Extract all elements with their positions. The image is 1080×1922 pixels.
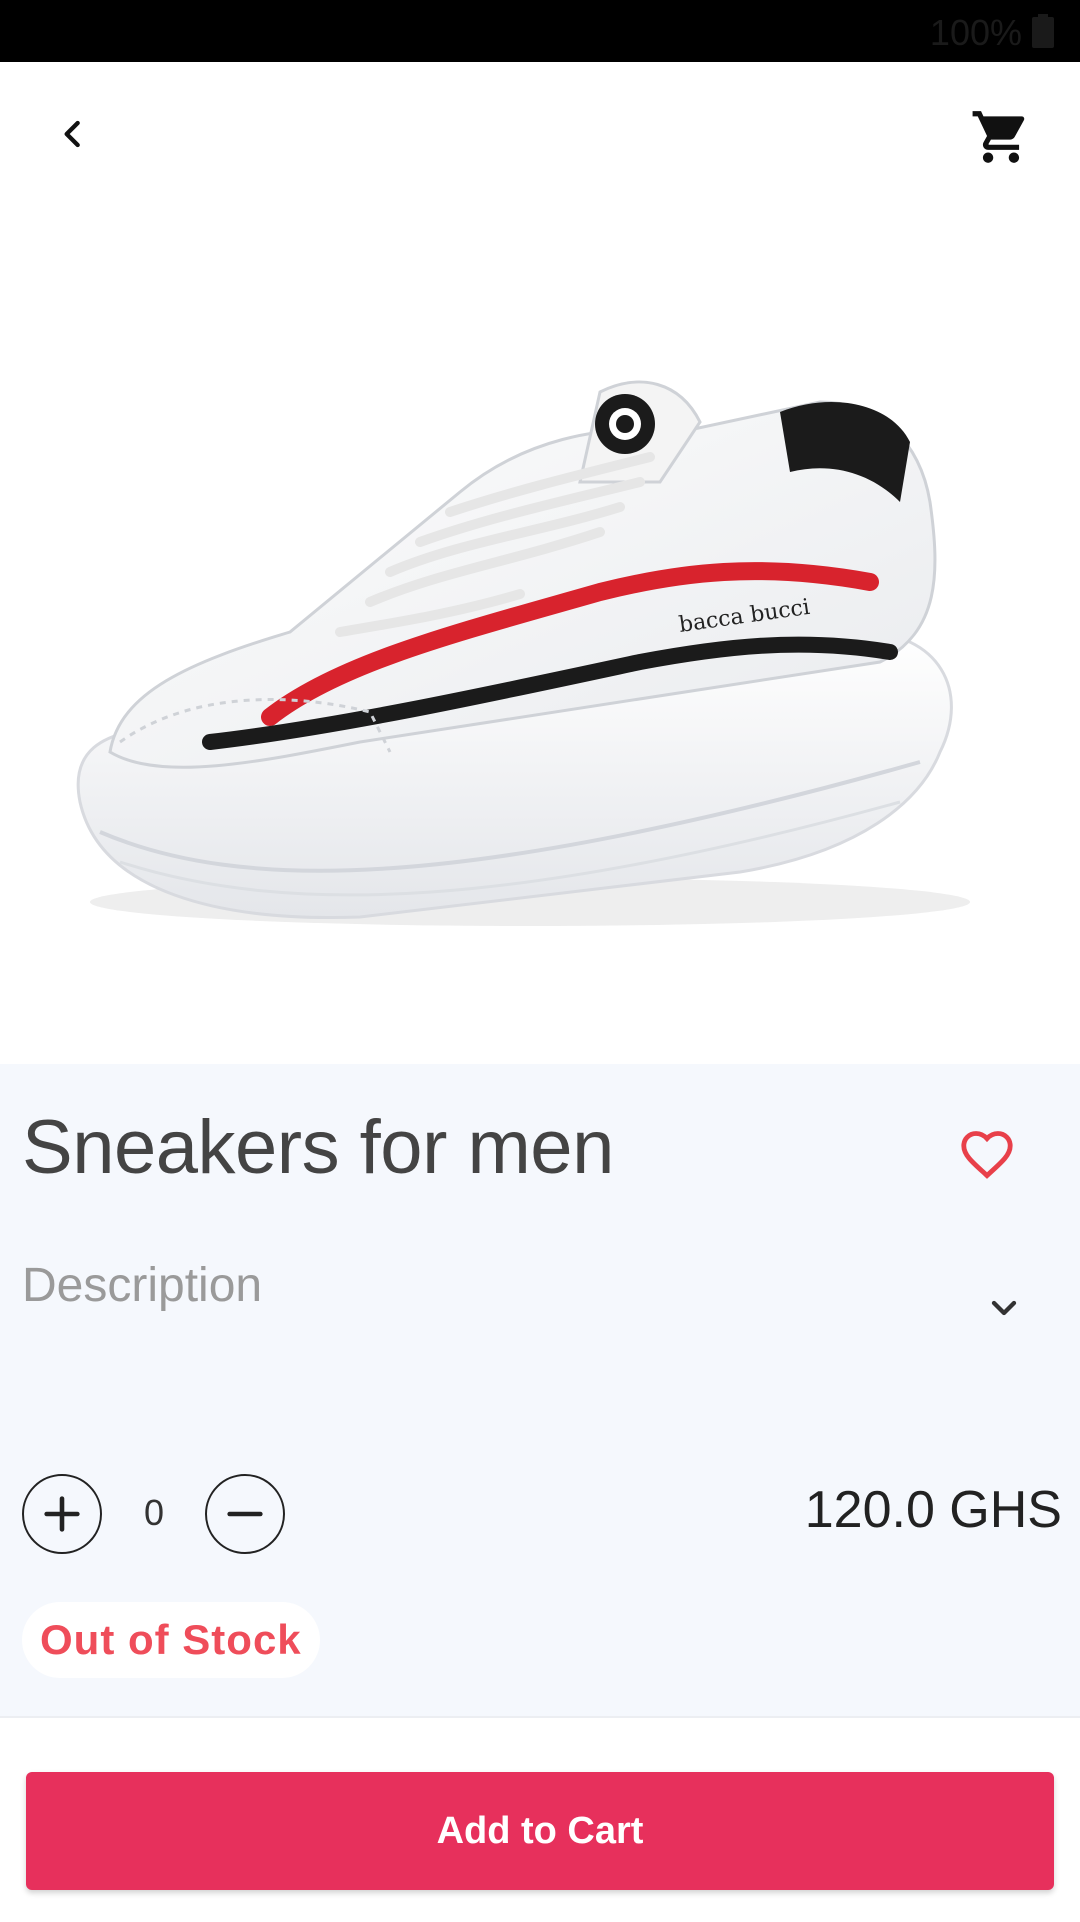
heart-outline-icon [961, 1131, 1013, 1179]
chevron-down-icon [991, 1300, 1017, 1316]
plus-icon [44, 1496, 80, 1532]
shopping-cart-icon [972, 111, 1025, 163]
battery-icon [1032, 14, 1054, 48]
cart-button[interactable] [966, 102, 1036, 172]
description-label: Description [22, 1259, 263, 1312]
description-expand-button[interactable] [976, 1280, 1032, 1336]
quantity-value: 0 [144, 1492, 165, 1533]
decrease-quantity-button[interactable] [205, 1474, 285, 1554]
app-bar [0, 62, 1080, 212]
quantity-row: 0 120.0 GHS [22, 1474, 1062, 1564]
chevron-left-icon [64, 120, 80, 148]
add-to-cart-button[interactable]: Add to Cart [26, 1772, 1054, 1890]
minus-icon [227, 1511, 263, 1517]
favorite-button[interactable] [952, 1120, 1022, 1190]
product-title: Sneakers for men [22, 1105, 614, 1190]
status-bar: 100% [0, 0, 1080, 62]
stock-status-badge: Out of Stock [22, 1602, 320, 1678]
product-details: Sneakers for men Description 0 120.0 GHS… [0, 1064, 1080, 1716]
product-image: bacca bucci [0, 212, 1080, 1064]
sneaker-illustration: bacca bucci [76, 380, 970, 926]
bottom-action-bar: Add to Cart [0, 1716, 1080, 1922]
product-price: 120.0 GHS [804, 1481, 1062, 1539]
increase-quantity-button[interactable] [22, 1474, 102, 1554]
battery-percentage: 100% [929, 12, 1022, 53]
back-button[interactable] [40, 102, 104, 166]
